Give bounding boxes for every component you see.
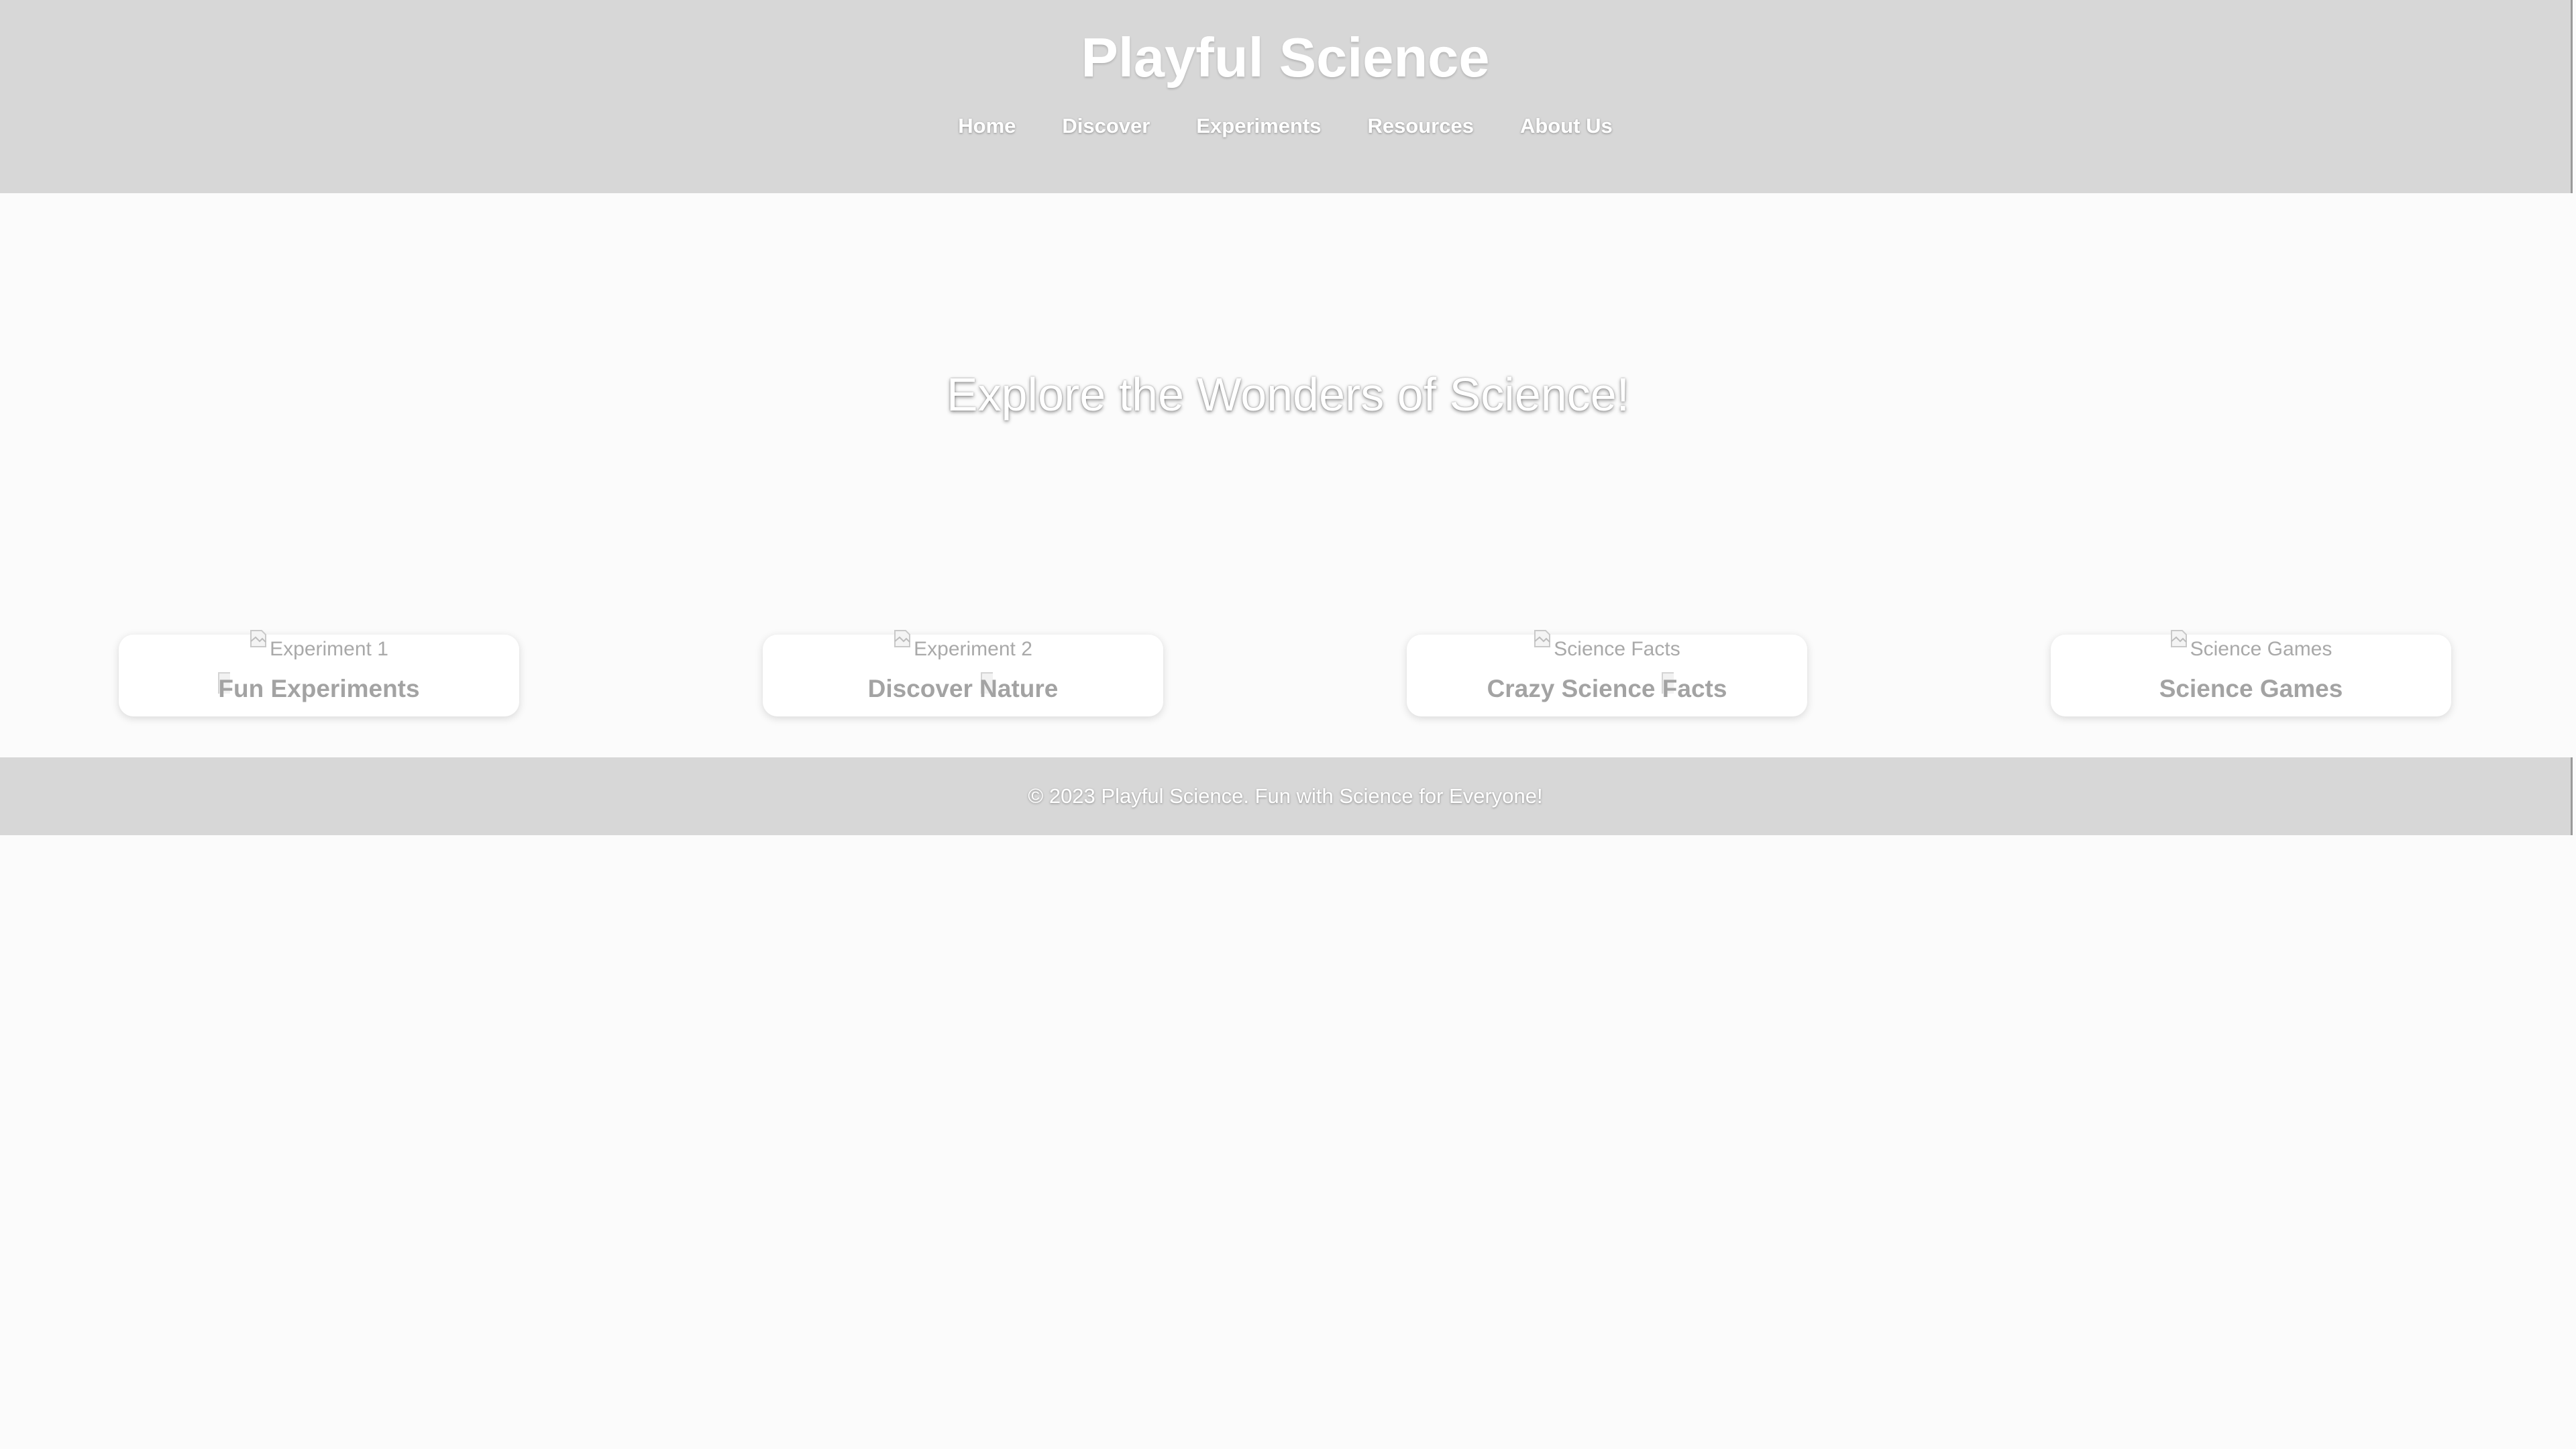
card-fun-experiments[interactable]: Experiment 1 Fun Experiments	[119, 630, 519, 716]
hero-title: Explore the Wonders of Science!	[946, 368, 1630, 421]
card-title: Fun Experiments	[218, 675, 420, 702]
card-title: Science Games	[2159, 675, 2343, 702]
card-title: Discover Nature	[867, 675, 1059, 702]
broken-image-icon	[2170, 629, 2188, 648]
site-header: Playful Science Home Discover Experiment…	[0, 0, 2573, 193]
card-image-alt: Experiment 2	[914, 638, 1032, 660]
footer-text: © 2023 Playful Science. Fun with Science…	[1028, 784, 1543, 808]
card-image: Experiment 2	[763, 630, 1163, 660]
card-image-alt: Science Games	[2190, 638, 2332, 660]
broken-image-icon	[1534, 629, 1551, 648]
nav-link-discover[interactable]: Discover	[1062, 113, 1150, 140]
card-image: Science Facts	[1407, 630, 1807, 660]
card-image: Experiment 1	[119, 630, 519, 660]
card-title: Crazy Science Facts	[1487, 675, 1727, 702]
card-image-alt: Science Facts	[1554, 638, 1680, 660]
main-nav: Home Discover Experiments Resources Abou…	[0, 113, 2571, 140]
card-image: Science Games	[2051, 630, 2451, 660]
card-crazy-science-facts[interactable]: Science Facts Crazy Science Facts	[1407, 630, 1807, 716]
broken-image-icon	[250, 629, 267, 648]
site-title: Playful Science	[1081, 26, 1490, 89]
nav-link-about-us[interactable]: About Us	[1520, 113, 1613, 140]
nav-link-experiments[interactable]: Experiments	[1196, 113, 1321, 140]
page: Playful Science Home Discover Experiment…	[0, 0, 2576, 1449]
card-science-games[interactable]: Science Games Science Games	[2051, 630, 2451, 716]
card-discover-nature[interactable]: Experiment 2 Discover Nature	[763, 630, 1163, 716]
nav-link-resources[interactable]: Resources	[1367, 113, 1474, 140]
broken-image-icon	[894, 629, 911, 648]
site-footer: © 2023 Playful Science. Fun with Science…	[0, 757, 2573, 835]
nav-link-home[interactable]: Home	[958, 113, 1016, 140]
card-image-alt: Experiment 1	[270, 638, 388, 660]
